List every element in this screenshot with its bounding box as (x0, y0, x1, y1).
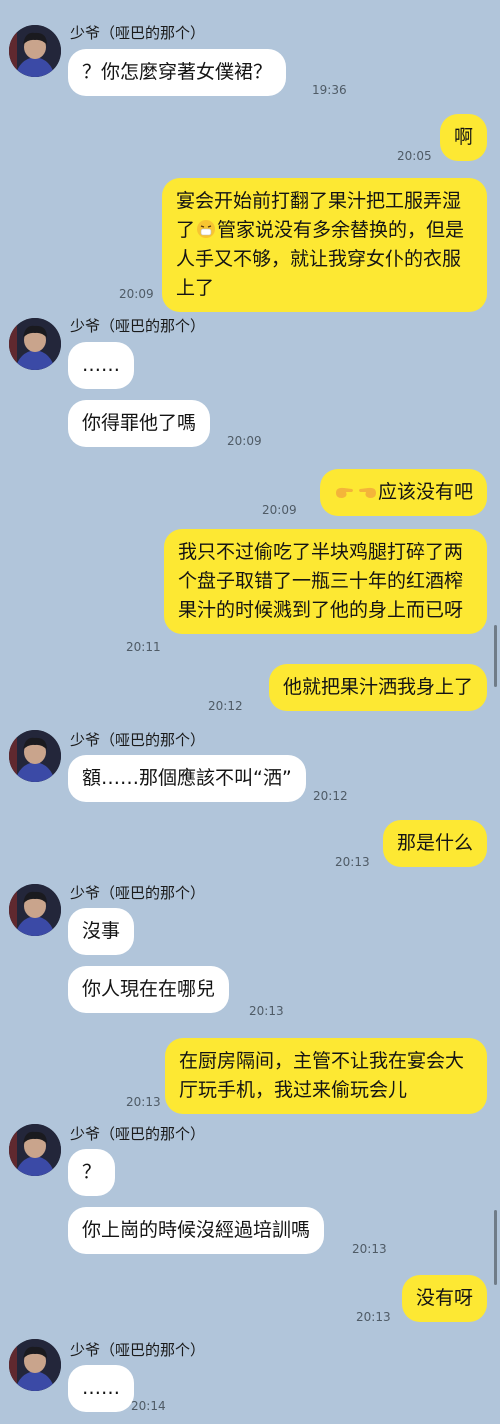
sender-name: 少爷（哑巴的那个） (70, 731, 206, 749)
sender-name: 少爷（哑巴的那个） (70, 24, 206, 42)
contact-avatar[interactable] (9, 25, 61, 77)
message-bubble-m13[interactable]: 在厨房隔间，主管不让我在宴会大厅玩手机，我过来偷玩会儿 (165, 1038, 487, 1114)
message-text: 应该没有吧 (377, 481, 473, 503)
message-time: 20:11 (126, 640, 161, 654)
message-time: 20:13 (335, 855, 370, 869)
message-time: 20:09 (227, 434, 262, 448)
message-bubble-m14[interactable]: ？ (68, 1149, 116, 1196)
message-bubble-m4[interactable]: …… (68, 342, 134, 389)
message-bubble-m6[interactable]: 应该没有吧 (319, 469, 487, 516)
scrollbar[interactable] (494, 625, 497, 687)
contact-avatar[interactable] (9, 318, 61, 370)
message-time: 20:13 (126, 1095, 161, 1109)
message-time: 20:09 (119, 287, 154, 301)
sender-name: 少爷（哑巴的那个） (70, 1341, 206, 1359)
message-bubble-m15[interactable]: 你上崗的時候沒經過培訓嗎 (68, 1207, 325, 1254)
contact-avatar[interactable] (9, 730, 61, 782)
message-time: 20:05 (397, 149, 432, 163)
message-time: 20:13 (356, 1310, 391, 1324)
message-bubble-m5[interactable]: 你得罪他了嗎 (68, 400, 211, 447)
message-time: 20:13 (249, 1004, 284, 1018)
message-bubble-m2[interactable]: 啊 (439, 114, 487, 161)
scrollbar[interactable] (494, 1210, 497, 1285)
message-bubble-m1[interactable]: ？你怎麼穿著女僕裙？ (68, 49, 287, 96)
message-time: 19:36 (312, 83, 347, 97)
message-bubble-m9[interactable]: 額……那個應該不叫“洒” (68, 755, 306, 802)
sender-name: 少爷（哑巴的那个） (70, 884, 206, 902)
sender-name: 少爷（哑巴的那个） (70, 1125, 206, 1143)
message-bubble-m12[interactable]: 你人現在在哪兒 (68, 966, 230, 1013)
message-bubble-m7[interactable]: 我只不过偷吃了半块鸡腿打碎了两个盘子取错了一瓶三十年的红酒榨果汁的时候溅到了他的… (164, 529, 487, 634)
message-time: 20:14 (131, 1399, 166, 1413)
sender-name: 少爷（哑巴的那个） (70, 317, 206, 335)
contact-avatar[interactable] (9, 1124, 61, 1176)
message-time: 20:12 (313, 789, 348, 803)
message-bubble-m3[interactable]: 宴会开始前打翻了果汁把工服弄湿了 管家说没有多余替换的，但是人手又不够，就让我穿女… (162, 178, 487, 312)
pointing-hands-icon (334, 481, 378, 501)
contact-avatar[interactable] (9, 884, 61, 936)
message-bubble-m16[interactable]: 没有呀 (401, 1275, 487, 1322)
message-bubble-m11[interactable]: 沒事 (68, 908, 135, 955)
message-bubble-m8[interactable]: 他就把果汁洒我身上了 (268, 664, 487, 711)
message-text: 管家说没有多余替换的，但是人手又不够，就让我穿女仆的衣服上了 (176, 219, 465, 299)
message-time: 20:09 (262, 503, 297, 517)
message-bubble-m17[interactable]: …… (68, 1365, 134, 1412)
sneezing-face-icon (196, 219, 216, 239)
message-time: 20:12 (208, 699, 243, 713)
message-time: 20:13 (352, 1242, 387, 1256)
message-bubble-m10[interactable]: 那是什么 (382, 820, 487, 867)
contact-avatar[interactable] (9, 1339, 61, 1391)
